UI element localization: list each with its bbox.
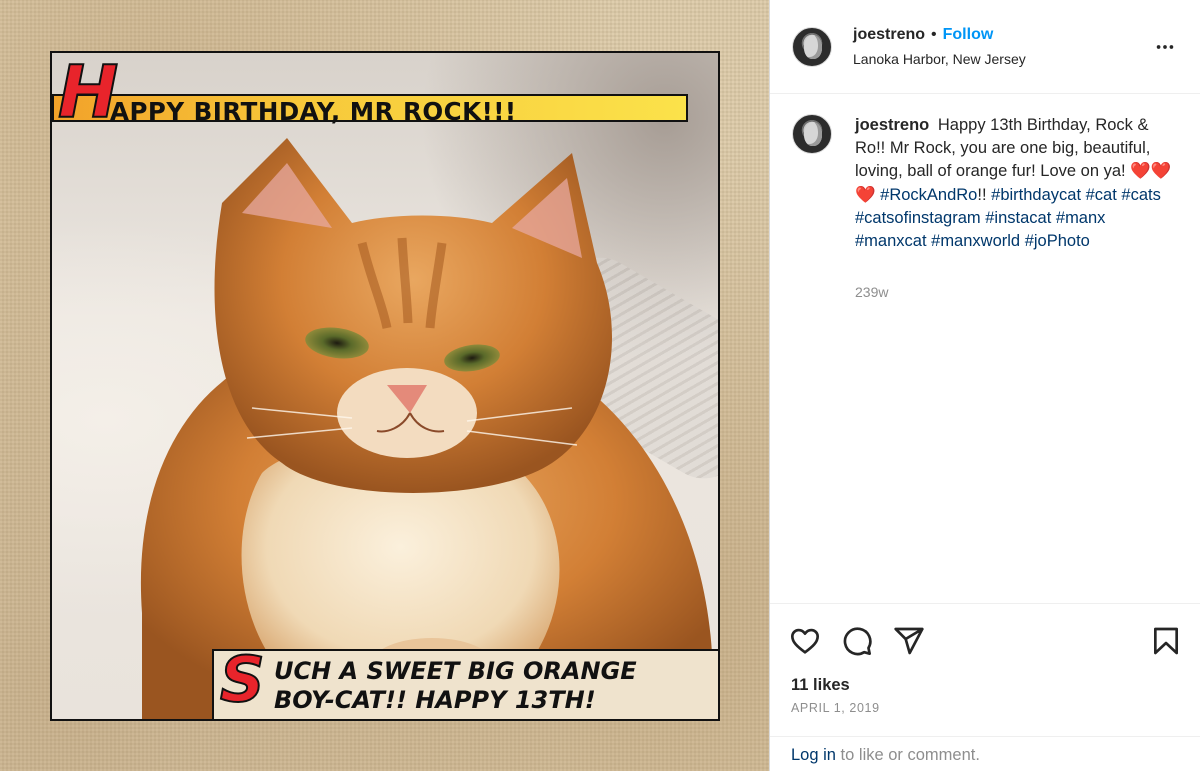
login-prompt: Log in to like or comment. bbox=[791, 746, 980, 765]
separator-dot: • bbox=[931, 26, 937, 43]
hashtag-link[interactable]: #joPhoto bbox=[1025, 232, 1090, 250]
login-link[interactable]: Log in bbox=[791, 746, 836, 764]
post-header: joestreno • Follow Lanoka Harbor, New Jers… bbox=[770, 0, 1200, 94]
hashtag-link[interactable]: #manxcat bbox=[855, 232, 927, 250]
more-horizontal-icon[interactable] bbox=[1154, 36, 1176, 58]
cat-photo bbox=[50, 51, 720, 721]
follow-button[interactable]: Follow bbox=[943, 26, 994, 43]
hashtag-link[interactable]: #catsofinstagram bbox=[855, 209, 981, 227]
top-caption-text: APPY BIRTHDAY, MR ROCK!!! bbox=[110, 97, 517, 126]
login-bar: Log in to like or comment. bbox=[770, 736, 1200, 771]
orange-cat-illustration bbox=[140, 138, 712, 719]
hashtag-link[interactable]: #instacat bbox=[985, 209, 1051, 227]
caption-username[interactable]: joestreno bbox=[855, 116, 929, 134]
post-location[interactable]: Lanoka Harbor, New Jersey bbox=[853, 51, 1026, 67]
top-comic-caption: H APPY BIRTHDAY, MR ROCK!!! bbox=[52, 55, 688, 129]
time-ago[interactable]: 239w bbox=[855, 284, 888, 300]
post-date[interactable]: APRIL 1, 2019 bbox=[791, 701, 880, 715]
post-media[interactable]: H APPY BIRTHDAY, MR ROCK!!! S UCH A SWEE… bbox=[0, 0, 769, 771]
hashtag-link[interactable]: #cat bbox=[1086, 186, 1117, 204]
hashtag-link[interactable]: #birthdaycat bbox=[991, 186, 1081, 204]
hashtag-link[interactable]: #RockAndRo bbox=[880, 186, 977, 204]
caption-body-end: !! bbox=[977, 185, 987, 204]
hashtag-link[interactable]: #manx bbox=[1056, 209, 1106, 227]
avatar[interactable] bbox=[792, 27, 832, 67]
hashtag-link[interactable]: #cats bbox=[1121, 186, 1160, 204]
heart-icon[interactable] bbox=[789, 625, 821, 657]
header-user-line: joestreno • Follow bbox=[853, 26, 993, 44]
bottom-caption-line2: BOY-CAT!! HAPPY 13TH! bbox=[274, 686, 596, 714]
hashtag-link[interactable]: #manxworld bbox=[931, 232, 1020, 250]
likes-count[interactable]: 11 likes bbox=[791, 676, 850, 695]
instagram-post: H APPY BIRTHDAY, MR ROCK!!! S UCH A SWEE… bbox=[0, 0, 1200, 771]
share-icon[interactable] bbox=[893, 625, 925, 657]
post-actions: 11 likes APRIL 1, 2019 Log in to like or… bbox=[770, 603, 1200, 771]
bottom-caption-initial: S bbox=[219, 643, 266, 716]
bottom-comic-caption: S UCH A SWEET BIG ORANGE BOY-CAT!! HAPPY… bbox=[212, 643, 720, 721]
bookmark-icon[interactable] bbox=[1150, 625, 1182, 657]
caption-text: joestreno Happy 13th Birthday, Rock & Ro… bbox=[855, 114, 1175, 253]
login-prompt-text: to like or comment. bbox=[835, 746, 980, 764]
avatar[interactable] bbox=[792, 114, 832, 154]
comment-icon[interactable] bbox=[841, 625, 873, 657]
header-username[interactable]: joestreno bbox=[853, 26, 925, 43]
post-sidebar: joestreno • Follow Lanoka Harbor, New Jers… bbox=[769, 0, 1200, 771]
bottom-caption-line1: UCH A SWEET BIG ORANGE bbox=[274, 657, 637, 685]
